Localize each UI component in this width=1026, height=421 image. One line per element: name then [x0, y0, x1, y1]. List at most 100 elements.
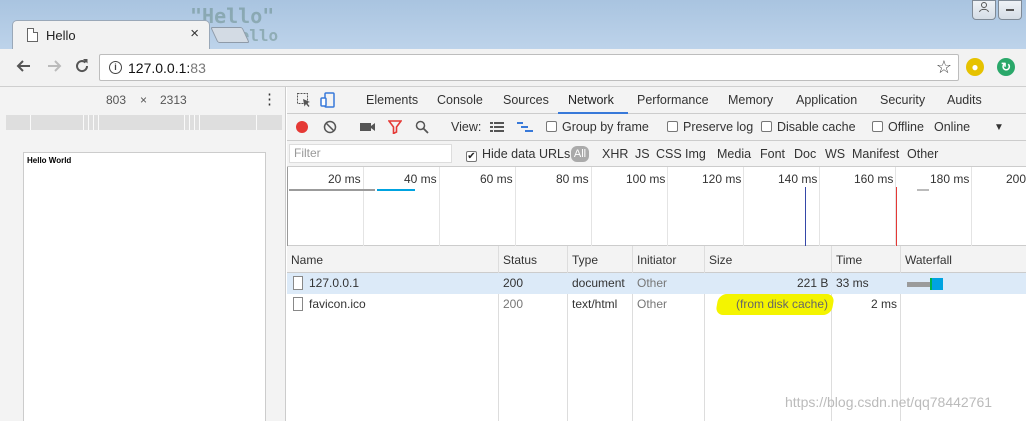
column-name[interactable]: Name — [291, 253, 323, 267]
page-icon — [27, 28, 38, 42]
record-icon[interactable] — [295, 120, 311, 136]
tab-title: Hello — [46, 28, 76, 43]
browser-title-bar: "Hello" Hello Hello × — [0, 0, 1026, 49]
filter-type-doc[interactable]: Doc — [794, 147, 816, 161]
devtools-tab-bar: Elements Console Sources Network Perform… — [287, 87, 1026, 114]
rendered-page: Hello World — [23, 152, 266, 421]
tick-label: 80 ms — [556, 172, 589, 186]
preserve-log-checkbox[interactable]: Preserve log — [667, 120, 753, 134]
column-status[interactable]: Status — [503, 253, 537, 267]
filter-input[interactable]: Filter — [289, 144, 452, 163]
extension-icon[interactable]: ● — [966, 58, 984, 76]
load-marker — [896, 187, 897, 246]
device-viewport: 803 × 2313 ⋮ Hello World — [0, 87, 286, 421]
tab-network[interactable]: Network — [568, 93, 614, 107]
filter-type-css[interactable]: CSS — [656, 147, 682, 161]
column-initiator[interactable]: Initiator — [637, 253, 676, 267]
sync-extension-icon[interactable]: ↻ — [997, 58, 1015, 76]
filter-icon[interactable] — [387, 120, 404, 136]
overview-receive-bar — [377, 189, 415, 191]
tab-security[interactable]: Security — [880, 93, 925, 107]
offline-checkbox[interactable]: Offline — [872, 120, 924, 134]
back-icon[interactable] — [14, 56, 34, 81]
tick-label: 120 ms — [702, 172, 742, 186]
overview-wait-bar — [289, 189, 375, 191]
filter-type-other[interactable]: Other — [907, 147, 938, 161]
browser-tab[interactable]: Hello × — [12, 20, 210, 49]
device-toolbar-icon[interactable] — [320, 92, 336, 108]
view-label: View: — [451, 120, 482, 134]
table-header: Name Status Type Initiator Size Time Wat… — [287, 246, 1026, 273]
filter-type-font[interactable]: Font — [760, 147, 785, 161]
tick-label: 40 ms — [404, 172, 437, 186]
tab-application[interactable]: Application — [796, 93, 857, 107]
browser-toolbar: i 127.0.0.1:83 ☆ ● ↻ — [0, 49, 1026, 87]
chevron-down-icon[interactable]: ▼ — [994, 122, 1004, 133]
media-query-bar[interactable] — [6, 115, 282, 130]
filter-type-js[interactable]: JS — [635, 147, 650, 161]
table-row[interactable]: 127.0.0.1 200 document Other 221 B 33 ms — [287, 273, 1026, 294]
more-options-icon[interactable]: ⋮ — [262, 90, 277, 108]
reload-icon[interactable] — [72, 56, 92, 81]
document-icon — [293, 297, 303, 311]
filter-type-ws[interactable]: WS — [825, 147, 845, 161]
devtools-panel: Elements Console Sources Network Perform… — [287, 87, 1026, 421]
info-icon[interactable]: i — [109, 61, 122, 74]
tick-label: 200 — [1006, 172, 1026, 186]
filter-bar: Filter Hide data URLs All XHR JS CSS Img… — [287, 141, 1026, 167]
table-row[interactable]: favicon.ico 200 text/html Other (from di… — [287, 294, 1026, 315]
large-rows-icon[interactable] — [490, 121, 506, 137]
tick-label: 20 ms — [328, 172, 361, 186]
close-icon[interactable]: × — [190, 25, 199, 42]
forward-icon[interactable] — [44, 56, 64, 81]
filter-type-img[interactable]: Img — [685, 147, 706, 161]
tick-label: 180 ms — [930, 172, 970, 186]
tab-performance[interactable]: Performance — [637, 93, 709, 107]
address-bar[interactable]: i 127.0.0.1:83 ☆ — [99, 54, 959, 81]
filter-type-manifest[interactable]: Manifest — [852, 147, 899, 161]
network-overview-timeline[interactable]: 20 ms 40 ms 60 ms 80 ms 100 ms 120 ms 14… — [287, 167, 1026, 246]
tick-label: 160 ms — [854, 172, 894, 186]
hide-data-urls-checkbox[interactable]: Hide data URLs — [466, 147, 570, 162]
screenshot-icon[interactable] — [360, 121, 376, 137]
user-icon[interactable] — [972, 0, 996, 20]
filter-type-all[interactable]: All — [571, 146, 589, 162]
watermark-text: https://blog.csdn.net/qq78442761 — [785, 394, 993, 410]
column-type[interactable]: Type — [572, 253, 598, 267]
throttling-select[interactable]: Online — [934, 120, 970, 134]
tick-label: 140 ms — [778, 172, 818, 186]
tick-label: 60 ms — [480, 172, 513, 186]
waterfall-receive-bar — [932, 278, 943, 290]
clear-icon[interactable] — [323, 120, 339, 136]
tick-label: 100 ms — [626, 172, 666, 186]
viewport-width-input[interactable]: 803 — [106, 93, 126, 107]
tab-elements[interactable]: Elements — [366, 93, 418, 107]
document-icon — [293, 276, 303, 290]
filter-type-xhr[interactable]: XHR — [602, 147, 628, 161]
tab-memory[interactable]: Memory — [728, 93, 773, 107]
page-heading: Hello World — [27, 156, 72, 165]
star-icon[interactable]: ☆ — [936, 57, 952, 78]
url-text: 127.0.0.1:83 — [128, 60, 206, 76]
viewport-dimensions: 803 × 2313 ⋮ — [0, 87, 286, 112]
inspect-element-icon[interactable] — [296, 92, 312, 108]
group-by-frame-checkbox[interactable]: Group by frame — [546, 120, 649, 134]
overview-waterfall-icon[interactable] — [517, 121, 533, 137]
tab-sources[interactable]: Sources — [503, 93, 549, 107]
column-size[interactable]: Size — [709, 253, 732, 267]
search-icon[interactable] — [415, 120, 431, 136]
column-time[interactable]: Time — [836, 253, 862, 267]
overview-cache-bar — [917, 189, 929, 191]
column-waterfall[interactable]: Waterfall — [905, 253, 952, 267]
disable-cache-checkbox[interactable]: Disable cache — [761, 120, 856, 134]
new-tab-button[interactable] — [210, 27, 250, 43]
network-toolbar: View: Group by frame Preserve log Disabl… — [287, 114, 1026, 141]
minimize-icon[interactable] — [998, 0, 1022, 20]
times-icon: × — [140, 93, 148, 107]
tab-audits[interactable]: Audits — [947, 93, 982, 107]
viewport-height-input[interactable]: 2313 — [160, 93, 187, 107]
filter-type-media[interactable]: Media — [717, 147, 751, 161]
domcontentloaded-marker — [805, 187, 806, 246]
tab-console[interactable]: Console — [437, 93, 483, 107]
window-controls — [970, 0, 1022, 20]
